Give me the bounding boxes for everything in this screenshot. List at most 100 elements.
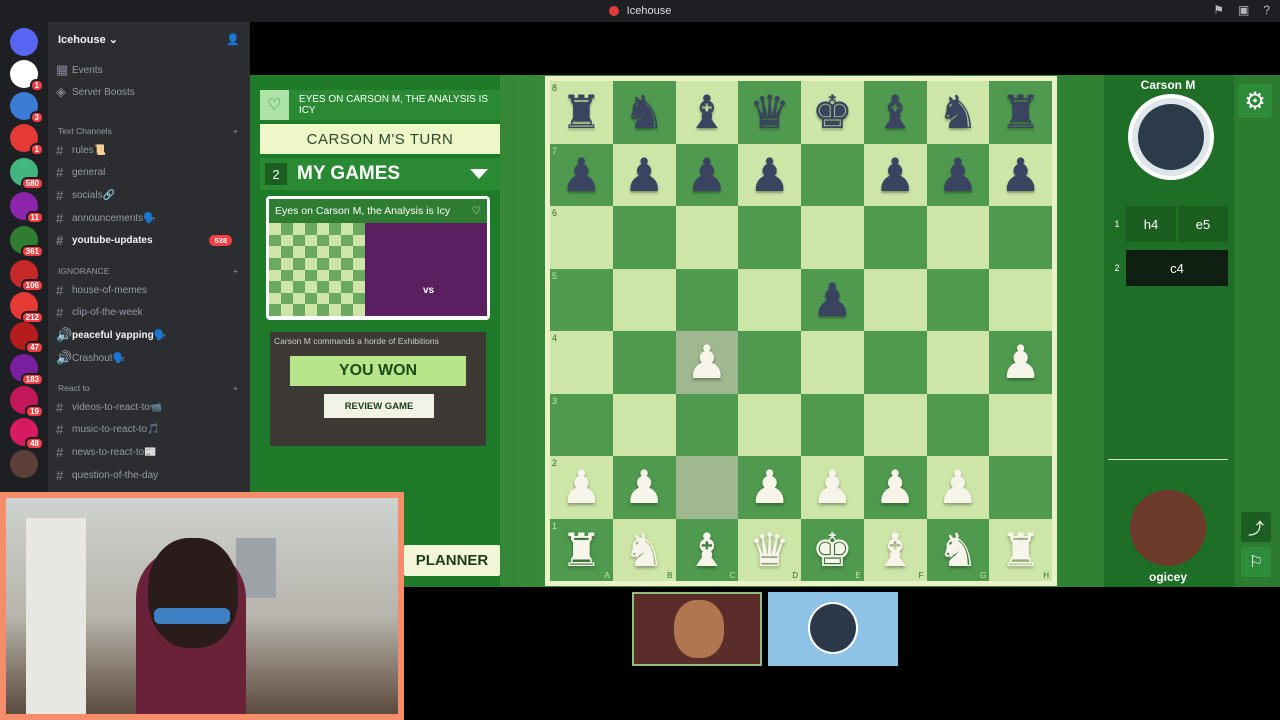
board-square[interactable]: 1 A ♜ [550, 518, 613, 581]
channel-music-to-react-to[interactable]: # music-to-react-to🎵 [56, 419, 240, 439]
black-piece[interactable]: ♞ [624, 89, 665, 135]
server-icon[interactable]: 361 [10, 226, 44, 258]
board-square[interactable] [612, 331, 676, 394]
board-square[interactable] [863, 206, 927, 269]
board-square[interactable] [863, 331, 927, 394]
sidebar-item-events[interactable]: ▦ Events [56, 60, 240, 80]
server-icon[interactable]: 47 [10, 322, 44, 354]
settings-gear-icon[interactable]: ⚙ [1238, 84, 1272, 118]
server-header[interactable]: Icehouse ⌄ 👤 [48, 22, 250, 56]
server-icon[interactable]: 11 [10, 192, 44, 224]
board-square[interactable]: ♟ [989, 143, 1052, 206]
category-react-to[interactable]: React to + [58, 383, 238, 393]
black-piece[interactable]: ♜ [561, 89, 602, 135]
board-square[interactable] [801, 206, 864, 269]
black-piece[interactable]: ♟ [749, 152, 790, 198]
black-piece[interactable]: ♟ [561, 152, 602, 198]
black-piece[interactable]: ♚ [812, 89, 853, 135]
black-piece[interactable]: ♟ [1000, 152, 1041, 198]
board-square[interactable]: H ♜ [989, 518, 1052, 581]
board-square[interactable] [989, 393, 1052, 456]
board-square[interactable] [863, 268, 927, 331]
board-square[interactable] [675, 206, 739, 269]
board-square[interactable] [738, 393, 801, 456]
channel-youtube-updates[interactable]: # youtube-updates 538 [56, 230, 240, 250]
heart-icon[interactable]: ♡ [472, 205, 481, 217]
opponent-thumbnail[interactable] [768, 592, 898, 666]
white-piece[interactable]: ♟ [749, 464, 790, 510]
plus-icon[interactable]: + [233, 126, 238, 136]
home-icon[interactable] [10, 28, 38, 56]
white-piece[interactable]: ♟ [561, 464, 602, 510]
white-piece[interactable]: ♝ [875, 527, 916, 573]
board-square[interactable]: ♟ [675, 143, 739, 206]
board-square[interactable]: ♟ [738, 143, 801, 206]
board-square[interactable] [863, 393, 927, 456]
board-square[interactable]: ♟ [926, 456, 990, 519]
channel-announcements[interactable]: # announcements🗣️ [56, 208, 240, 228]
white-piece[interactable]: ♟ [937, 464, 978, 510]
board-square[interactable] [989, 206, 1052, 269]
game-card-finished[interactable]: Carson M commands a horde of Exhibitions… [270, 332, 486, 446]
board-square[interactable] [989, 268, 1052, 331]
board-square[interactable]: G ♞ [926, 518, 990, 581]
player-thumbnail[interactable] [632, 592, 762, 666]
screen-icon[interactable]: ▣ [1238, 3, 1249, 17]
board-square[interactable] [675, 268, 739, 331]
board-square[interactable]: ♟ [612, 143, 676, 206]
board-square[interactable] [738, 268, 801, 331]
my-games-header[interactable]: 2 MY GAMES [260, 158, 500, 190]
board-square[interactable]: ♟ [801, 268, 864, 331]
white-piece[interactable]: ♝ [686, 527, 727, 573]
white-piece[interactable]: ♞ [624, 527, 665, 573]
server-icon[interactable]: 48 [10, 418, 44, 450]
white-piece[interactable]: ♟ [1000, 339, 1041, 385]
channel-socials[interactable]: # socials🔗 [56, 185, 240, 205]
board-square[interactable]: 8 ♜ [550, 81, 613, 144]
channel-question-of-the-day[interactable]: # question-of-the-day [56, 465, 240, 485]
sidebar-item-server-boosts[interactable]: ◈ Server Boosts [56, 82, 240, 102]
black-piece[interactable]: ♟ [812, 277, 853, 323]
board-square[interactable]: ♟ [675, 331, 739, 394]
server-icon[interactable]: 212 [10, 292, 44, 324]
white-piece[interactable]: ♟ [812, 464, 853, 510]
board-square[interactable]: ♟ [863, 143, 927, 206]
black-piece[interactable]: ♟ [624, 152, 665, 198]
game-card-active[interactable]: Eyes on Carson M, the Analysis is Icy ♡ … [266, 196, 490, 320]
board-square[interactable] [926, 393, 990, 456]
board-square[interactable]: ♝ [675, 81, 739, 144]
channel-house-of-memes[interactable]: # house-of-memes [56, 280, 240, 300]
black-piece[interactable]: ♛ [749, 89, 790, 135]
channel-videos-to-react-to[interactable]: # videos-to-react-to📹 [56, 397, 240, 417]
channel-clip-of-the-week[interactable]: # clip-of-the-week [56, 302, 240, 322]
board-square[interactable]: 3 [550, 393, 613, 456]
move-black[interactable]: e5 [1178, 206, 1228, 242]
board-square[interactable]: ♞ [612, 81, 676, 144]
white-piece[interactable]: ♟ [875, 464, 916, 510]
board-square[interactable]: ♜ [989, 81, 1052, 144]
board-square[interactable]: F ♝ [863, 518, 927, 581]
board-square[interactable]: ♟ [801, 456, 864, 519]
server-icon[interactable]: 19 [10, 386, 44, 418]
white-piece[interactable]: ♚ [812, 527, 853, 573]
white-piece[interactable]: ♟ [686, 339, 727, 385]
board-square[interactable]: 4 [550, 331, 613, 394]
black-piece[interactable]: ♞ [937, 89, 978, 135]
black-piece[interactable]: ♝ [875, 89, 916, 135]
server-icon[interactable]: 1 [10, 124, 44, 156]
board-square[interactable]: 7 ♟ [550, 143, 613, 206]
voice-crashout[interactable]: 🔊 Crashout🗣️ [56, 348, 240, 368]
board-square[interactable] [675, 456, 739, 519]
board-square[interactable]: ♟ [863, 456, 927, 519]
server-icon[interactable]: 183 [10, 354, 44, 386]
move-white[interactable]: c4 [1126, 250, 1228, 286]
board-square[interactable]: ♟ [738, 456, 801, 519]
board-square[interactable] [801, 331, 864, 394]
server-icon[interactable]: 106 [10, 260, 44, 292]
board-square[interactable]: ♛ [738, 81, 801, 144]
board-square[interactable]: ♝ [863, 81, 927, 144]
board-square[interactable] [675, 393, 739, 456]
board-square[interactable]: ♟ [926, 143, 990, 206]
channel-general[interactable]: # general [56, 162, 240, 182]
board-square[interactable]: C ♝ [675, 518, 739, 581]
